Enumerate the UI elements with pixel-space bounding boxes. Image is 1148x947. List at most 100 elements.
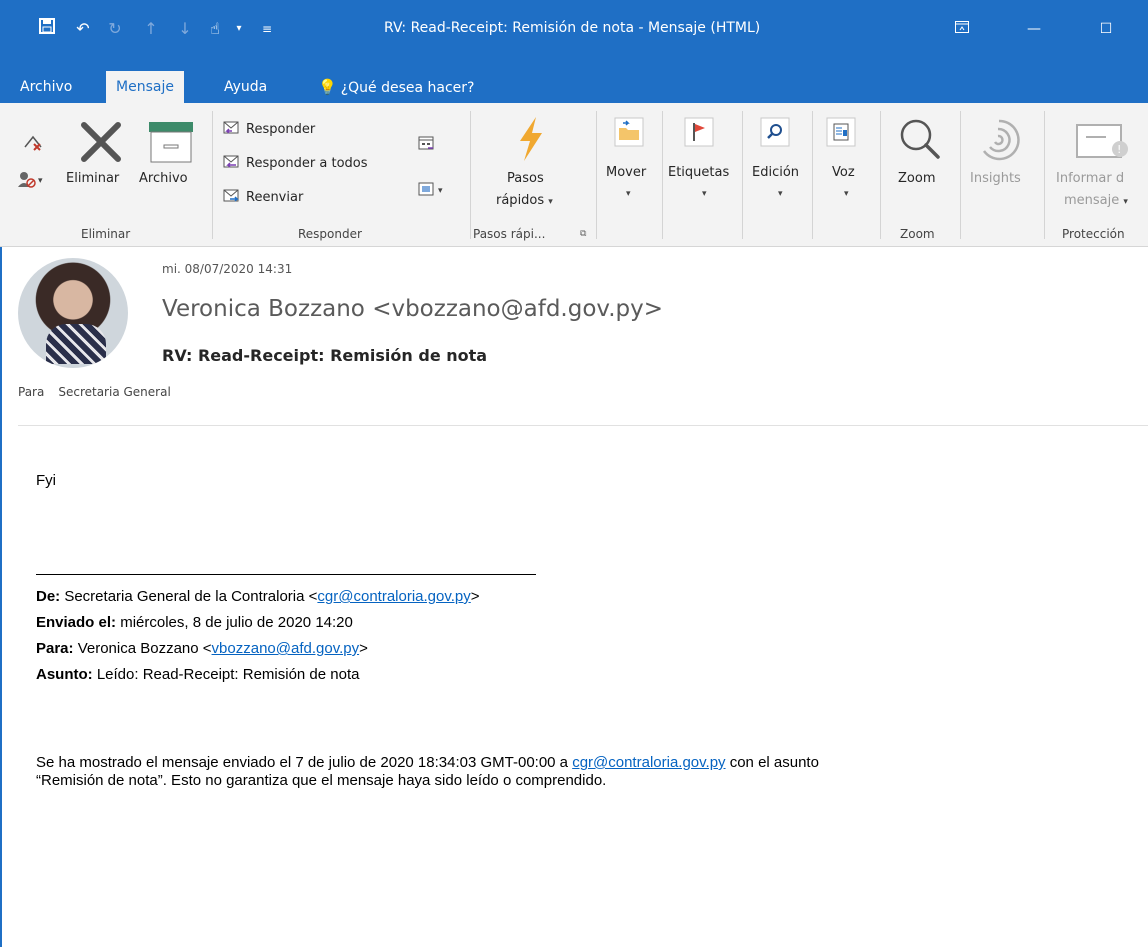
reply-all-icon — [222, 153, 242, 173]
forward-button[interactable]: Reenviar — [222, 187, 303, 207]
move-folder-icon[interactable] — [614, 117, 644, 150]
sent-label: Enviado el: — [36, 614, 117, 631]
to-email-link[interactable]: vbozzano@afd.gov.py — [212, 640, 360, 657]
body-greeting: Fyi — [36, 472, 56, 489]
from-label: De: — [36, 588, 61, 605]
delete-button[interactable]: Eliminar — [66, 171, 119, 186]
svg-text:!: ! — [1117, 143, 1121, 156]
separator — [662, 111, 663, 239]
report-message-icon: ! — [1076, 121, 1136, 164]
from-email-link[interactable]: cgr@contraloria.gov.py — [317, 588, 470, 605]
quick-steps-label-1[interactable]: Pasos — [507, 171, 544, 186]
reply-all-button[interactable]: Responder a todos — [222, 153, 368, 173]
to-field-text: Veronica Bozzano < — [73, 640, 212, 657]
ribbon: ▾ Eliminar Archivo Eliminar Responder Re… — [0, 103, 1148, 247]
title-bar: ↶ ↻ ↑ ↓ ☝ ▾ ≡ RV: Read-Receipt: Remisión… — [0, 0, 1148, 63]
more-reply-icon[interactable]: ▾ — [418, 181, 450, 200]
tags-caret-icon[interactable]: ▾ — [702, 189, 707, 199]
lightbulb-icon: 💡 — [318, 78, 337, 96]
undo-icon[interactable]: ↶ — [72, 18, 94, 40]
ignore-icon[interactable] — [22, 133, 44, 156]
editing-caret-icon[interactable]: ▾ — [778, 189, 783, 199]
separator — [470, 111, 471, 239]
message-sender[interactable]: Veronica Bozzano <vbozzano@afd.gov.py> — [162, 296, 663, 322]
window-title: RV: Read-Receipt: Remisión de nota - Men… — [384, 20, 761, 36]
insights-icon — [976, 117, 1022, 166]
insights-button: Insights — [970, 171, 1021, 186]
move-caret-icon[interactable]: ▾ — [626, 189, 631, 199]
customize-toolbar-icon[interactable]: ≡ — [256, 18, 278, 40]
group-label-proteccion: Protección — [1062, 227, 1125, 241]
tell-me-label: ¿Qué desea hacer? — [340, 80, 475, 96]
voice-button[interactable]: Voz — [832, 165, 855, 180]
archive-icon[interactable] — [148, 121, 194, 166]
forward-label: Reenviar — [246, 189, 304, 205]
reading-pane-border — [0, 247, 2, 947]
meeting-reply-icon[interactable] — [418, 135, 436, 154]
arrow-up-icon: ↑ — [144, 19, 158, 38]
reply-button[interactable]: Responder — [222, 119, 315, 139]
separator — [212, 111, 213, 239]
read-aloud-icon[interactable] — [826, 117, 856, 150]
message-date: mi. 08/07/2020 14:31 — [162, 262, 293, 276]
sent-value: miércoles, 8 de julio de 2020 14:20 — [116, 614, 353, 631]
separator — [880, 111, 881, 239]
to-recipient[interactable]: Secretaria General — [58, 385, 170, 399]
zoom-button[interactable]: Zoom — [898, 171, 935, 186]
dialog-launcher-icon[interactable]: ⧉ — [580, 229, 586, 239]
quick-steps-icon[interactable] — [514, 115, 548, 166]
tab-ayuda[interactable]: Ayuda — [214, 71, 277, 103]
redo-icon: ↻ — [108, 19, 122, 38]
recipient-row: Para Secretaria General — [18, 385, 171, 399]
tell-me-search[interactable]: 💡 ¿Qué desea hacer? — [308, 71, 484, 103]
editing-button[interactable]: Edición — [752, 165, 799, 180]
caret-icon: ▾ — [548, 197, 553, 207]
voice-caret-icon[interactable]: ▾ — [844, 189, 849, 199]
avatar[interactable] — [18, 258, 128, 368]
report-message-label-1: Informar d — [1056, 171, 1125, 186]
move-button[interactable]: Mover — [606, 165, 646, 180]
touch-mode-icon[interactable]: ☝ — [204, 18, 226, 40]
tags-button[interactable]: Etiquetas — [668, 165, 729, 180]
reply-all-label: Responder a todos — [246, 155, 368, 171]
delete-x-icon[interactable] — [78, 119, 124, 168]
separator — [596, 111, 597, 239]
quick-steps-button[interactable]: rápidos ▾ — [496, 193, 553, 208]
group-label-eliminar: Eliminar — [81, 227, 131, 241]
message-subject: RV: Read-Receipt: Remisión de nota — [162, 346, 488, 365]
maximize-icon[interactable]: ☐ — [1094, 18, 1118, 40]
separator — [1044, 111, 1045, 239]
save-icon[interactable] — [36, 18, 58, 40]
tags-flag-icon[interactable] — [684, 117, 714, 150]
separator — [742, 111, 743, 239]
reply-label: Responder — [246, 121, 316, 137]
separator — [812, 111, 813, 239]
from-close: > — [470, 588, 480, 605]
ribbon-display-icon[interactable] — [950, 18, 974, 40]
report-message-button: mensaje ▾ — [1064, 193, 1128, 208]
dropdown-caret-icon[interactable]: ▾ — [228, 18, 250, 40]
editing-search-icon[interactable] — [760, 117, 790, 150]
quick-steps-label-2: rápidos — [496, 193, 545, 208]
forward-subject-line: Asunto: Leído: Read-Receipt: Remisión de… — [36, 666, 359, 683]
to-field-label: Para: — [36, 640, 74, 657]
forward-from-line: De: Secretaria General de la Contraloria… — [36, 588, 480, 605]
avatar-scarf — [46, 324, 106, 364]
arrow-down-icon: ↓ — [178, 19, 192, 38]
archive-button[interactable]: Archivo — [139, 171, 188, 186]
tab-archivo[interactable]: Archivo — [10, 71, 82, 103]
receipt-paragraph-line-2: “Remisión de nota”. Esto no garantiza qu… — [36, 772, 607, 789]
zoom-icon[interactable] — [896, 117, 944, 166]
tab-mensaje[interactable]: Mensaje — [106, 71, 184, 103]
subject-field-value: Leído: Read-Receipt: Remisión de nota — [92, 666, 360, 683]
header-divider — [18, 425, 1148, 426]
reply-icon — [222, 119, 242, 139]
forward-icon — [222, 187, 242, 207]
junk-icon[interactable]: ▾ — [16, 169, 46, 192]
svg-text:▾: ▾ — [38, 176, 43, 186]
to-label: Para — [18, 385, 45, 399]
para1-email-link[interactable]: cgr@contraloria.gov.py — [572, 754, 725, 771]
minimize-icon[interactable]: — — [1022, 18, 1046, 40]
from-text: Secretaria General de la Contraloria < — [60, 588, 318, 605]
separator — [960, 111, 961, 239]
